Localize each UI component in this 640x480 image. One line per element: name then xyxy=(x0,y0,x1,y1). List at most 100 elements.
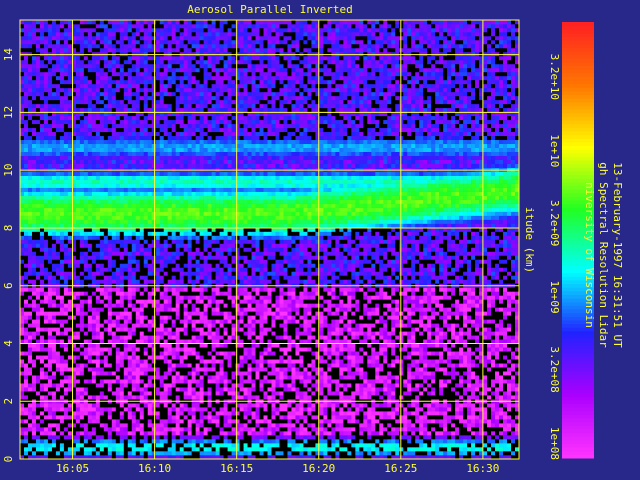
heat-cell xyxy=(75,431,81,436)
heat-cell xyxy=(95,307,101,312)
heat-cell xyxy=(63,451,69,456)
heat-cell xyxy=(23,415,29,420)
heat-cell xyxy=(119,359,125,364)
heat-cell xyxy=(399,347,404,352)
heat-cell xyxy=(323,311,328,316)
heat-cell xyxy=(215,407,220,412)
heat-cell xyxy=(503,419,508,424)
heat-cell xyxy=(215,439,220,444)
heat-cell xyxy=(415,439,420,444)
heat-cell xyxy=(183,319,188,324)
heat-cell xyxy=(399,331,404,336)
heat-cell xyxy=(287,315,292,320)
heat-cell xyxy=(155,347,161,352)
heat-cell xyxy=(151,307,157,312)
heat-cell xyxy=(371,363,376,368)
heat-cell xyxy=(191,323,196,328)
heat-cell xyxy=(327,439,332,444)
heat-cell xyxy=(435,335,440,340)
heat-cell xyxy=(239,447,244,452)
heat-cell xyxy=(35,331,41,336)
heat-cell xyxy=(355,395,360,400)
heat-cell xyxy=(103,431,109,436)
heat-cell xyxy=(151,403,157,408)
heat-cell xyxy=(39,311,45,316)
heat-cell xyxy=(147,303,153,308)
heat-cell xyxy=(511,359,516,364)
heat-cell xyxy=(175,315,180,320)
heat-cell xyxy=(511,423,516,428)
heat-cell xyxy=(119,303,125,308)
heat-cell xyxy=(139,403,145,408)
heat-cell xyxy=(279,355,284,360)
heat-cell xyxy=(231,375,236,380)
heat-cell xyxy=(495,347,500,352)
heat-cell xyxy=(199,363,204,368)
heat-cell xyxy=(423,423,428,428)
heat-cell xyxy=(443,427,448,432)
heat-cell xyxy=(211,339,216,344)
heat-cell xyxy=(451,435,456,440)
heat-cell xyxy=(43,395,49,400)
heat-cell xyxy=(267,371,272,376)
heat-cell xyxy=(167,391,172,396)
heat-cell xyxy=(383,395,388,400)
heat-cell xyxy=(343,447,348,452)
heat-cell xyxy=(195,347,200,352)
heat-cell xyxy=(371,303,376,308)
heat-cell xyxy=(215,347,220,352)
heat-cell xyxy=(267,443,272,448)
heat-cell xyxy=(275,335,280,340)
heat-cell xyxy=(83,427,89,432)
heat-cell xyxy=(251,407,256,412)
heat-cell xyxy=(59,423,65,428)
heat-cell xyxy=(399,383,404,388)
heat-cell xyxy=(63,363,69,368)
heat-cell xyxy=(199,307,204,312)
heat-cell xyxy=(259,379,264,384)
heat-cell xyxy=(299,335,304,340)
heat-cell xyxy=(331,327,336,332)
heat-cell xyxy=(211,335,216,340)
heat-cell xyxy=(307,319,312,324)
heat-cell xyxy=(383,379,388,384)
heat-cell xyxy=(395,439,400,444)
heat-cell xyxy=(203,439,208,444)
heat-cell xyxy=(259,383,264,388)
heat-cell xyxy=(79,371,85,376)
heat-cell xyxy=(483,367,488,372)
heat-cell xyxy=(347,311,352,316)
heat-cell xyxy=(363,387,368,392)
heat-cell xyxy=(91,363,97,368)
heat-cell xyxy=(283,339,288,344)
heat-cell xyxy=(267,311,272,316)
heat-cell xyxy=(191,351,196,356)
heat-cell xyxy=(111,367,117,372)
heat-cell xyxy=(247,403,252,408)
heat-cell xyxy=(511,319,516,324)
heat-cell xyxy=(227,395,232,400)
heat-cell xyxy=(163,351,168,356)
heat-cell xyxy=(75,435,81,440)
heat-cell xyxy=(303,363,308,368)
heat-cell xyxy=(355,331,360,336)
heat-cell xyxy=(387,403,392,408)
heat-cell xyxy=(55,339,61,344)
heat-cell xyxy=(139,355,145,360)
heat-cell xyxy=(43,347,49,352)
heat-cell xyxy=(143,319,149,324)
heat-cell xyxy=(447,375,452,380)
heat-cell xyxy=(247,387,252,392)
heat-cell xyxy=(111,427,117,432)
heat-cell xyxy=(343,359,348,364)
heat-cell xyxy=(383,363,388,368)
heat-cell xyxy=(259,439,264,444)
heat-cell xyxy=(20,411,25,416)
heat-cell xyxy=(255,359,260,364)
heat-cell xyxy=(343,435,348,440)
heat-cell xyxy=(135,323,141,328)
heat-cell xyxy=(103,311,109,316)
heat-cell xyxy=(395,327,400,332)
heat-cell xyxy=(319,363,324,368)
heat-cell xyxy=(243,307,248,312)
